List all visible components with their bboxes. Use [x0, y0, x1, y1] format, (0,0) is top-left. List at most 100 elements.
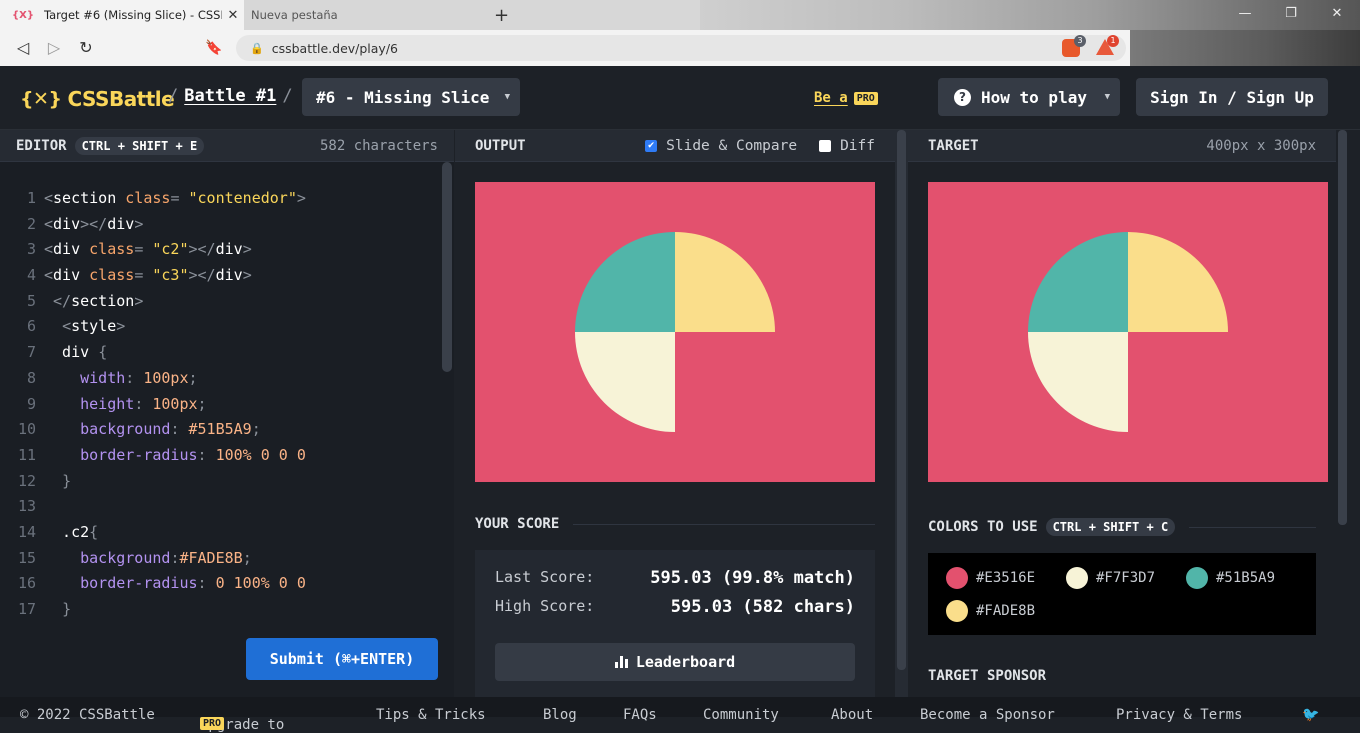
footer-about-link[interactable]: About	[831, 707, 873, 723]
code-token: div	[107, 214, 135, 233]
panel-divider[interactable]	[895, 130, 908, 697]
footer: © 2022 CSSBattle Upgrade to PRO Tips & T…	[0, 697, 1360, 733]
code-text: background: #51B5A9;	[36, 417, 261, 443]
brave-shield-icon[interactable]: 3	[1062, 35, 1086, 57]
code-line[interactable]: 7 div {	[0, 340, 440, 366]
code-text: background:#FADE8B;	[36, 546, 252, 572]
code-text: width: 100px;	[36, 366, 198, 392]
color-hex: #FADE8B	[976, 603, 1036, 619]
twitter-icon[interactable]: 🐦	[1302, 707, 1319, 723]
footer-privacy-link[interactable]: Privacy & Terms	[1116, 707, 1242, 723]
browser-tabstrip: {X} Target #6 (Missing Slice) - CSSBattl…	[0, 0, 1360, 66]
how-to-play-button[interactable]: ? How to play ▼	[938, 78, 1120, 116]
code-token: border-radius	[80, 445, 198, 464]
code-token: ;	[188, 368, 198, 387]
color-dot	[946, 567, 968, 589]
code-lines[interactable]: 1 <section class= "contenedor"> 2 <div></di…	[0, 186, 440, 623]
divider-scrollbar[interactable]	[897, 130, 906, 670]
output-header: OUTPUT ✔ Slide & Compare Diff	[455, 130, 895, 162]
be-pro-link[interactable]: Be a PRO	[814, 90, 878, 106]
page-scrollbar-thumb[interactable]	[1338, 130, 1347, 525]
code-line[interactable]: 9 height: 100px;	[0, 392, 440, 418]
code-text: <section class= "contenedor">	[36, 186, 306, 212]
line-number: 14	[17, 522, 36, 541]
bookmark-icon[interactable]: 🔖	[203, 37, 225, 59]
footer-community-link[interactable]: Community	[703, 707, 779, 723]
code-editor[interactable]: 1 <section class= "contenedor"> 2 <div></di…	[0, 162, 454, 697]
code-line[interactable]: 15 background:#FADE8B;	[0, 546, 440, 572]
score-section-title: YOUR SCORE	[475, 516, 875, 532]
editor-scrollbar[interactable]	[442, 162, 452, 372]
code-line[interactable]: 1 <section class= "contenedor">	[0, 186, 440, 212]
sign-in-button[interactable]: Sign In / Sign Up	[1136, 78, 1328, 116]
code-line[interactable]: 8 width: 100px;	[0, 366, 440, 392]
footer-blog-link[interactable]: Blog	[543, 707, 577, 723]
editor-title: EDITOR	[16, 137, 67, 154]
tab-title: Target #6 (Missing Slice) - CSSBattle	[43, 8, 222, 22]
code-line[interactable]: 6 <style>	[0, 314, 440, 340]
help-icon: ?	[954, 88, 971, 106]
code-line[interactable]: 17 }	[0, 597, 440, 623]
code-line[interactable]: 13	[0, 494, 440, 520]
page-scrollbar[interactable]	[1336, 130, 1360, 697]
code-line[interactable]: 14 .c2{	[0, 520, 440, 546]
color-swatch[interactable]: #51B5A9	[1186, 567, 1275, 589]
window-controls: — ❐ ✕	[1222, 0, 1360, 30]
line-number: 2	[26, 214, 36, 233]
footer-sponsor-link[interactable]: Become a Sponsor	[920, 707, 1055, 723]
code-line[interactable]: 10 background: #51B5A9;	[0, 417, 440, 443]
checkbox-checked-icon[interactable]: ✔	[645, 139, 658, 152]
code-line[interactable]: 3 <div class= "c2"></div>	[0, 237, 440, 263]
close-window-icon[interactable]: ✕	[1314, 0, 1360, 30]
close-tab-icon[interactable]: ✕	[222, 8, 244, 23]
output-canvas[interactable]	[475, 182, 875, 482]
level-select-label: #6 - Missing Slice	[316, 87, 490, 107]
cssbattle-logo[interactable]: {✕} CSSBattle	[20, 87, 175, 111]
code-line[interactable]: 16 border-radius: 0 100% 0 0	[0, 571, 440, 597]
reload-icon[interactable]: ↻	[75, 37, 97, 59]
slide-compare-toggle[interactable]: ✔ Slide & Compare	[645, 138, 797, 154]
code-text: height: 100px;	[36, 392, 206, 418]
forward-icon[interactable]: ▷	[43, 37, 65, 59]
code-token: >	[242, 266, 252, 285]
leaderboard-button[interactable]: Leaderboard	[495, 643, 855, 681]
color-swatch[interactable]: #E3516E	[946, 567, 1035, 589]
back-icon[interactable]: ◁	[12, 37, 34, 59]
browser-tab-inactive[interactable]: Nueva pestaña	[244, 0, 484, 30]
checkbox-unchecked-icon[interactable]	[819, 139, 832, 152]
brave-rewards-icon[interactable]: 1	[1096, 35, 1119, 55]
code-token: background	[80, 548, 171, 567]
new-tab-icon[interactable]: +	[494, 5, 509, 26]
battle-link[interactable]: Battle #1	[184, 86, 276, 106]
submit-button[interactable]: Submit (⌘+ENTER)	[246, 638, 438, 680]
code-line[interactable]: 5 </section>	[0, 289, 440, 315]
code-token: ></	[188, 266, 216, 285]
code-line[interactable]: 2 <div></div>	[0, 212, 440, 238]
code-token: =	[134, 240, 153, 259]
code-text: .c2{	[36, 520, 98, 546]
color-swatch[interactable]: #F7F3D7	[1066, 567, 1155, 589]
address-bar[interactable]: 🔒 cssbattle.dev/play/6	[236, 35, 1126, 61]
browser-tab-active[interactable]: {X} Target #6 (Missing Slice) - CSSBattl…	[0, 0, 244, 30]
line-number: 17	[17, 600, 36, 618]
url-text: cssbattle.dev/play/6	[271, 40, 398, 56]
maximize-icon[interactable]: ❐	[1268, 0, 1314, 30]
footer-tips-link[interactable]: Tips & Tricks	[376, 707, 486, 723]
code-token: {	[98, 343, 108, 362]
code-token: ;	[242, 548, 252, 567]
code-token: div	[215, 266, 243, 285]
code-line[interactable]: 4 <div class= "c3"></div>	[0, 263, 440, 289]
cream-quarter	[1028, 332, 1128, 432]
footer-faqs-link[interactable]: FAQs	[623, 707, 657, 723]
code-text: }	[36, 597, 71, 623]
diff-toggle[interactable]: Diff	[819, 138, 875, 154]
level-select[interactable]: #6 - Missing Slice ▼	[302, 78, 520, 116]
code-line[interactable]: 12 }	[0, 469, 440, 495]
code-line[interactable]: 11 border-radius: 100% 0 0 0	[0, 443, 440, 469]
color-swatch[interactable]: #FADE8B	[946, 600, 1035, 622]
minimize-icon[interactable]: —	[1222, 0, 1268, 30]
